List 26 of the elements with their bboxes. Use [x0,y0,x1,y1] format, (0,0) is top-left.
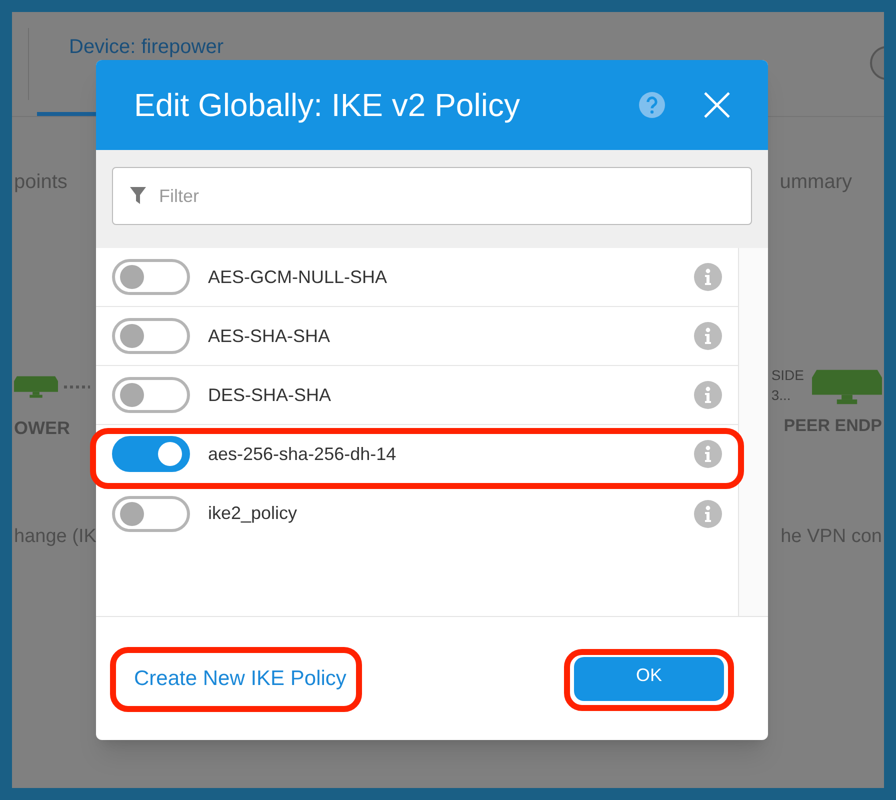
info-icon[interactable] [694,322,722,350]
network-device-icon [812,367,882,407]
toggle-switch[interactable] [112,436,190,472]
policy-name: ike2_policy [208,502,298,525]
info-icon[interactable] [694,440,722,468]
policy-name: AES-SHA-SHA [208,324,332,348]
help-icon[interactable] [638,91,666,119]
create-policy-link[interactable]: Create New IKE Policy [134,666,346,690]
ok-button[interactable]: OK [574,656,724,700]
filter-field[interactable]: Filter [112,167,752,225]
policy-name: aes-256-sha-256-dh-14 [208,442,398,466]
toggle-switch[interactable] [112,318,190,354]
policy-name: AES-GCM-NULL-SHA [208,266,388,288]
toggle-switch[interactable] [112,496,190,532]
info-icon[interactable] [694,263,722,291]
info-icon[interactable] [694,500,722,528]
policy-name: DES-SHA-SHA [208,384,332,406]
close-icon[interactable] [704,92,730,118]
toggle-switch[interactable] [112,377,190,413]
filter-icon [130,187,146,205]
device-info-text: 3... [771,386,792,405]
dotted-line [64,385,90,389]
info-icon[interactable] [694,381,722,409]
device-info-text: SIDE [771,366,804,385]
dialog-title: Edit Globally: IKE v2 Policy [134,86,521,125]
toggle-switch[interactable] [112,259,190,295]
